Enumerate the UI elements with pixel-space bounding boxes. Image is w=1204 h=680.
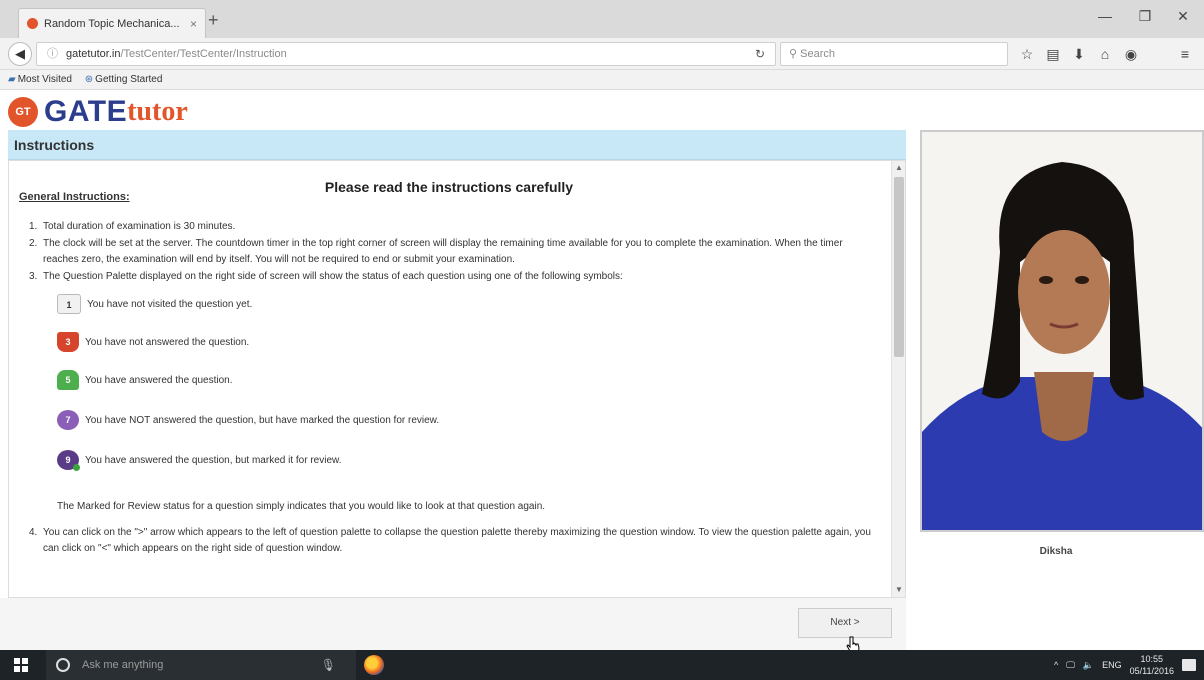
browser-tab[interactable]: Random Topic Mechanica... × — [18, 8, 206, 38]
symbol-not-visited: 1 You have not visited the question yet. — [57, 291, 879, 317]
url-host: gatetutor.in — [66, 48, 121, 60]
candidate-photo — [920, 130, 1204, 532]
language-indicator[interactable]: ENG — [1102, 660, 1122, 670]
symbol-label: You have not answered the question. — [85, 336, 250, 348]
list-item: 1. Total duration of examination is 30 mi… — [29, 221, 236, 232]
list-item: 2. The clock will be set at the server. T… — [29, 238, 843, 265]
reading-list-icon[interactable]: ▤ — [1044, 46, 1062, 63]
download-icon[interactable]: ⬇ — [1070, 46, 1088, 63]
bookmark-most-visited[interactable]: ▰ Most Visited — [8, 74, 72, 85]
url-path: /TestCenter/TestCenter/Instruction — [120, 48, 287, 60]
browser-nav-bar: ◀ ⓘ gatetutor.in/TestCenter/TestCenter/In… — [0, 38, 1204, 70]
tray-up-arrow-icon[interactable]: ^ — [1054, 660, 1058, 670]
taskbar-clock[interactable]: 10:55 05/11/2016 — [1130, 653, 1174, 677]
logo-tutor-text: tutor — [127, 96, 188, 127]
pocket-icon[interactable]: ◉ — [1122, 46, 1140, 63]
logo-gate-text: GATE — [44, 95, 128, 128]
logo-badge: GT — [8, 97, 38, 127]
candidate-panel: Diksha — [908, 130, 1204, 600]
list-item: 4. You can click on the ">" arrow which a… — [29, 527, 871, 554]
candidate-name: Diksha — [1039, 546, 1073, 557]
bookmark-getting-started[interactable]: ⊛ Getting Started — [85, 74, 163, 85]
microphone-icon[interactable]: 🎙 — [321, 650, 336, 680]
site-favicon-icon — [27, 18, 38, 29]
minimize-icon[interactable]: — — [1090, 8, 1120, 24]
url-bar[interactable]: ⓘ gatetutor.in/TestCenter/TestCenter/Inst… — [36, 42, 776, 66]
close-window-icon[interactable]: ✕ — [1168, 8, 1198, 25]
reload-icon[interactable]: ↻ — [755, 43, 765, 65]
clock-date: 05/11/2016 — [1129, 666, 1174, 676]
folder-icon: ▰ — [8, 74, 16, 85]
tab-close-button[interactable]: × — [190, 17, 197, 31]
system-tray: ^ 🖵 🔈 ENG 10:55 05/11/2016 — [1054, 650, 1196, 680]
not-visited-symbol-icon: 1 — [57, 294, 81, 314]
symbol-label: You have not visited the question yet. — [87, 298, 253, 310]
answered-symbol-icon: 5 — [57, 370, 79, 390]
not-answered-symbol-icon: 3 — [57, 332, 79, 352]
firefox-taskbar-icon[interactable] — [364, 655, 384, 675]
cortana-search-box[interactable]: Ask me anything 🎙 — [46, 650, 356, 680]
scroll-down-arrow-icon[interactable]: ▼ — [892, 583, 905, 597]
instructions-panel: Please read the instructions carefully G… — [8, 160, 906, 598]
symbol-label: You have NOT answered the question, but … — [85, 414, 440, 426]
symbol-label: You have answered the question, but mark… — [85, 454, 342, 466]
navigation-row: Next > — [0, 598, 906, 656]
symbol-answered-marked: 9 You have answered the question, but ma… — [57, 447, 879, 473]
new-tab-button[interactable]: + — [208, 10, 219, 31]
bookmarks-bar: ▰ Most Visited ⊛ Getting Started — [0, 70, 1204, 90]
candidate-portrait-icon — [922, 132, 1202, 530]
page-content: GT GATE tutor Instructions Please read th… — [0, 90, 1204, 656]
windows-start-icon[interactable] — [14, 658, 28, 672]
notification-icon[interactable] — [1182, 659, 1196, 671]
menu-icon[interactable]: ≡ — [1176, 46, 1194, 62]
cortana-icon — [56, 658, 70, 672]
restore-icon[interactable]: ❐ — [1130, 8, 1160, 25]
windows-taskbar: Ask me anything 🎙 ^ 🖵 🔈 ENG 10:55 05/11/… — [0, 650, 1204, 680]
scroll-up-arrow-icon[interactable]: ▲ — [892, 161, 905, 175]
instructions-content: Please read the instructions carefully G… — [19, 171, 879, 558]
search-icon: ⚲ — [789, 48, 801, 60]
symbol-marked-for-review: 7 You have NOT answered the question, bu… — [57, 407, 879, 433]
firefox-bookmark-icon: ⊛ — [84, 74, 94, 85]
symbol-not-answered: 3 You have not answered the question. — [57, 329, 879, 355]
answered-marked-symbol-icon: 9 — [57, 450, 80, 471]
marked-review-note: The Marked for Review status for a quest… — [57, 501, 546, 512]
bookmark-star-icon[interactable]: ☆ — [1018, 46, 1036, 63]
network-icon[interactable]: 🖵 — [1066, 660, 1075, 671]
list-item: 3. The Question Palette displayed on the … — [29, 271, 623, 282]
instructions-scrollbar[interactable]: ▲ ▼ — [891, 161, 905, 597]
browser-search-input[interactable]: ⚲ Search — [780, 42, 1008, 66]
instructions-list: 1. Total duration of examination is 30 mi… — [19, 219, 879, 557]
home-icon[interactable]: ⌂ — [1096, 46, 1114, 62]
search-placeholder: Search — [800, 48, 835, 60]
symbol-label: You have answered the question. — [85, 374, 233, 386]
marked-review-symbol-icon: 7 — [57, 410, 79, 430]
gatetutor-logo[interactable]: GT GATE tutor — [8, 94, 188, 130]
tab-title: Random Topic Mechanica... — [44, 17, 180, 30]
scroll-thumb[interactable] — [894, 177, 904, 357]
next-button[interactable]: Next > — [798, 608, 892, 638]
symbol-answered: 5 You have answered the question. — [57, 367, 879, 393]
volume-icon[interactable]: 🔈 — [1083, 660, 1094, 671]
cortana-placeholder: Ask me anything — [82, 659, 164, 671]
back-button[interactable]: ◀ — [8, 42, 32, 66]
site-info-icon[interactable]: ⓘ — [47, 48, 58, 60]
clock-time: 10:55 — [1140, 654, 1164, 664]
instructions-title-bar: Instructions — [8, 130, 906, 160]
browser-tab-bar: Random Topic Mechanica... × + — ❐ ✕ — [0, 0, 1204, 38]
